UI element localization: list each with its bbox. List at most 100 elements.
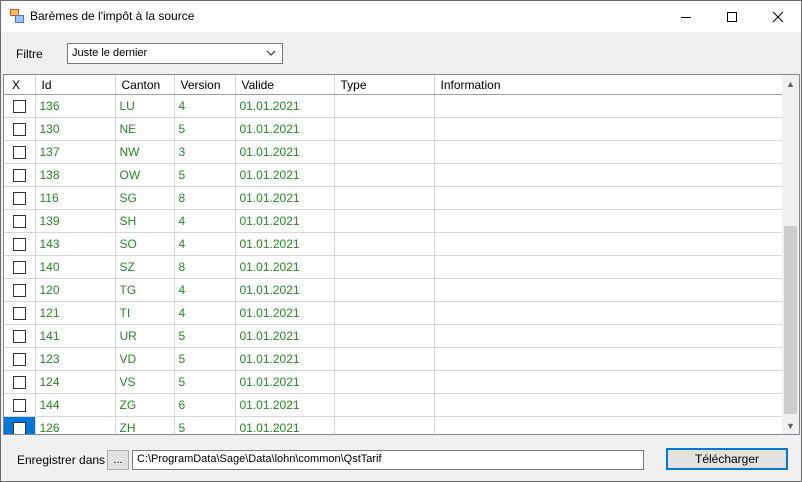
cell-valide[interactable]: 01.01.2021 xyxy=(235,209,335,233)
table-row[interactable]: 130 NE 5 01.01.2021 xyxy=(4,117,782,141)
vertical-scrollbar[interactable]: ▲ ▼ xyxy=(782,75,799,434)
cell-version[interactable]: 5 xyxy=(174,416,236,434)
cell-type[interactable] xyxy=(334,94,435,118)
cell-id[interactable]: 139 xyxy=(35,209,116,233)
cell-type[interactable] xyxy=(334,416,435,434)
column-header[interactable]: Id xyxy=(35,75,116,95)
row-checkbox[interactable] xyxy=(12,215,26,229)
row-select-cell[interactable] xyxy=(4,140,36,164)
row-checkbox[interactable] xyxy=(12,284,26,298)
column-header[interactable]: Type xyxy=(334,75,435,95)
row-checkbox[interactable] xyxy=(12,261,26,275)
tariff-grid[interactable]: X Id Canton Version Valide Type Information 13… xyxy=(3,74,800,435)
cell-version[interactable]: 5 xyxy=(174,370,236,394)
cell-information[interactable] xyxy=(434,117,782,141)
cell-type[interactable] xyxy=(334,117,435,141)
cell-type[interactable] xyxy=(334,301,435,325)
cell-canton[interactable]: VD xyxy=(115,347,175,371)
table-row[interactable]: 136 LU 4 01.01.2021 xyxy=(4,94,782,118)
minimize-button[interactable] xyxy=(663,1,709,32)
cell-version[interactable]: 4 xyxy=(174,209,236,233)
cell-version[interactable]: 4 xyxy=(174,94,236,118)
cell-canton[interactable]: ZG xyxy=(115,393,175,417)
row-checkbox[interactable] xyxy=(12,100,26,114)
table-row[interactable]: 116 SG 8 01.01.2021 xyxy=(4,186,782,210)
row-select-cell[interactable] xyxy=(4,347,36,371)
cell-canton[interactable]: OW xyxy=(115,163,175,187)
table-row[interactable]: 126 ZH 5 01.01.2021 xyxy=(4,416,782,434)
row-select-cell[interactable] xyxy=(4,255,36,279)
row-select-cell[interactable] xyxy=(4,393,36,417)
cell-valide[interactable]: 01.01.2021 xyxy=(235,393,335,417)
table-row[interactable]: 123 VD 5 01.01.2021 xyxy=(4,347,782,371)
cell-type[interactable] xyxy=(334,163,435,187)
column-header[interactable]: Version xyxy=(174,75,236,95)
cell-information[interactable] xyxy=(434,324,782,348)
cell-information[interactable] xyxy=(434,232,782,256)
cell-version[interactable]: 8 xyxy=(174,186,236,210)
cell-version[interactable]: 3 xyxy=(174,140,236,164)
table-row[interactable]: 120 TG 4 01.01.2021 xyxy=(4,278,782,302)
cell-id[interactable]: 140 xyxy=(35,255,116,279)
cell-id[interactable]: 144 xyxy=(35,393,116,417)
cell-information[interactable] xyxy=(434,393,782,417)
cell-version[interactable]: 4 xyxy=(174,232,236,256)
table-row[interactable]: 138 OW 5 01.01.2021 xyxy=(4,163,782,187)
cell-canton[interactable]: VS xyxy=(115,370,175,394)
cell-id[interactable]: 116 xyxy=(35,186,116,210)
row-select-cell[interactable] xyxy=(4,209,36,233)
cell-canton[interactable]: SG xyxy=(115,186,175,210)
cell-id[interactable]: 124 xyxy=(35,370,116,394)
table-row[interactable]: 139 SH 4 01.01.2021 xyxy=(4,209,782,233)
row-select-cell[interactable] xyxy=(4,324,36,348)
cell-id[interactable]: 126 xyxy=(35,416,116,434)
cell-information[interactable] xyxy=(434,209,782,233)
cell-id[interactable]: 137 xyxy=(35,140,116,164)
maximize-button[interactable] xyxy=(709,1,755,32)
row-select-cell[interactable] xyxy=(4,370,36,394)
cell-type[interactable] xyxy=(334,255,435,279)
row-select-cell[interactable] xyxy=(4,117,36,141)
cell-id[interactable]: 138 xyxy=(35,163,116,187)
cell-type[interactable] xyxy=(334,278,435,302)
row-checkbox[interactable] xyxy=(12,123,26,137)
cell-canton[interactable]: LU xyxy=(115,94,175,118)
cell-version[interactable]: 5 xyxy=(174,117,236,141)
cell-valide[interactable]: 01.01.2021 xyxy=(235,324,335,348)
cell-information[interactable] xyxy=(434,255,782,279)
cell-type[interactable] xyxy=(334,209,435,233)
cell-valide[interactable]: 01.01.2021 xyxy=(235,117,335,141)
row-select-cell[interactable] xyxy=(4,163,36,187)
cell-canton[interactable]: TG xyxy=(115,278,175,302)
row-select-cell[interactable] xyxy=(4,278,36,302)
row-select-cell[interactable] xyxy=(4,416,36,434)
cell-valide[interactable]: 01.01.2021 xyxy=(235,278,335,302)
row-checkbox[interactable] xyxy=(12,353,26,367)
cell-version[interactable]: 4 xyxy=(174,301,236,325)
column-header[interactable]: Information xyxy=(434,75,782,95)
table-row[interactable]: 143 SO 4 01.01.2021 xyxy=(4,232,782,256)
close-button[interactable] xyxy=(755,1,801,32)
cell-canton[interactable]: SZ xyxy=(115,255,175,279)
table-row[interactable]: 140 SZ 8 01.01.2021 xyxy=(4,255,782,279)
cell-information[interactable] xyxy=(434,347,782,371)
cell-id[interactable]: 141 xyxy=(35,324,116,348)
save-path-field[interactable]: C:\ProgramData\Sage\Data\lohn\common\Qst… xyxy=(132,450,644,470)
cell-id[interactable]: 143 xyxy=(35,232,116,256)
scrollbar-thumb[interactable] xyxy=(784,226,797,414)
row-checkbox[interactable] xyxy=(12,169,26,183)
cell-canton[interactable]: NE xyxy=(115,117,175,141)
cell-type[interactable] xyxy=(334,140,435,164)
cell-canton[interactable]: TI xyxy=(115,301,175,325)
cell-valide[interactable]: 01.01.2021 xyxy=(235,140,335,164)
cell-valide[interactable]: 01.01.2021 xyxy=(235,232,335,256)
cell-information[interactable] xyxy=(434,370,782,394)
cell-information[interactable] xyxy=(434,140,782,164)
column-header[interactable]: X xyxy=(4,75,36,95)
column-header[interactable]: Canton xyxy=(115,75,175,95)
cell-valide[interactable]: 01.01.2021 xyxy=(235,347,335,371)
cell-information[interactable] xyxy=(434,163,782,187)
cell-valide[interactable]: 01.01.2021 xyxy=(235,163,335,187)
cell-version[interactable]: 5 xyxy=(174,347,236,371)
table-row[interactable]: 144 ZG 6 01.01.2021 xyxy=(4,393,782,417)
